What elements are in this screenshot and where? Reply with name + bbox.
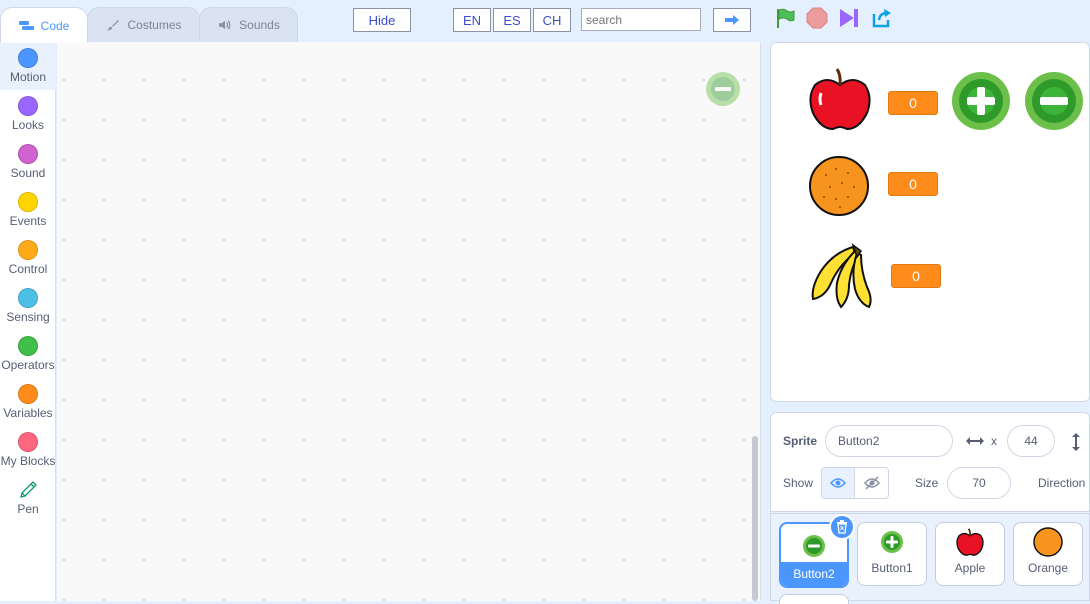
plus-button-icon[interactable] xyxy=(951,71,1011,131)
events-dot-icon xyxy=(18,192,38,212)
stage[interactable]: 0 0 0 xyxy=(770,42,1090,402)
category-label: Sound xyxy=(10,166,46,180)
category-my-blocks[interactable]: My Blocks xyxy=(0,426,56,474)
category-label: Pen xyxy=(17,502,39,516)
apple-score: 0 xyxy=(888,91,938,115)
looks-dot-icon xyxy=(18,96,38,116)
category-looks[interactable]: Looks xyxy=(0,90,56,138)
category-pen[interactable]: Pen xyxy=(0,474,56,522)
minus-button-thumb-icon xyxy=(803,535,825,557)
tab-sounds-label: Sounds xyxy=(239,18,280,32)
hide-button[interactable]: Hide xyxy=(353,8,411,32)
category-variables[interactable]: Variables xyxy=(0,378,56,426)
apple-thumb-icon xyxy=(956,528,984,556)
share-icon[interactable] xyxy=(871,7,893,29)
green-flag-icon[interactable] xyxy=(774,7,796,29)
category-control[interactable]: Control xyxy=(0,234,56,282)
sprite-info-panel: Sprite Button2 x 44 Show Size 70 Directi… xyxy=(770,412,1090,512)
variables-dot-icon xyxy=(18,384,38,404)
category-label: Looks xyxy=(11,118,45,132)
category-operators[interactable]: Operators xyxy=(0,330,56,378)
sound-dot-icon xyxy=(18,144,38,164)
control-dot-icon xyxy=(18,240,38,260)
category-events[interactable]: Events xyxy=(0,186,56,234)
sprite-tile-apple[interactable]: Apple xyxy=(935,522,1005,586)
category-label: Motion xyxy=(9,70,47,84)
sensing-dot-icon xyxy=(18,288,38,308)
sprite-thumbnail xyxy=(954,523,986,561)
tab-code-label: Code xyxy=(40,18,70,33)
minus-button-icon[interactable] xyxy=(1024,71,1084,131)
minus-sprite-preview-icon xyxy=(706,72,740,106)
sprite-thumbnail xyxy=(1033,523,1063,561)
workspace-scrollbar[interactable] xyxy=(752,436,758,601)
sprite-thumbnail xyxy=(880,523,904,561)
category-label: Operators xyxy=(1,358,55,372)
sprite-tile-partial[interactable] xyxy=(779,594,849,604)
sprite-tile-label: Button2 xyxy=(781,562,847,586)
category-label: Events xyxy=(9,214,47,228)
direction-label: Direction xyxy=(1038,476,1086,490)
size-field[interactable]: 70 xyxy=(947,467,1011,499)
code-icon xyxy=(18,20,34,30)
search-input[interactable] xyxy=(581,8,701,31)
brush-icon xyxy=(106,19,120,31)
banana-icon xyxy=(811,243,872,309)
banana-score: 0 xyxy=(891,264,941,288)
sprite-tile-label: Button1 xyxy=(871,561,913,575)
motion-dot-icon xyxy=(18,48,38,68)
category-sound[interactable]: Sound xyxy=(0,138,56,186)
go-button[interactable] xyxy=(713,8,751,32)
step-icon[interactable] xyxy=(838,7,860,29)
apple-icon xyxy=(809,68,871,131)
tab-costumes[interactable]: Costumes xyxy=(87,7,200,42)
arrow-right-icon xyxy=(725,15,739,25)
plus-button-thumb-icon xyxy=(881,531,903,553)
horizontal-arrows-icon xyxy=(966,437,984,445)
operators-dot-icon xyxy=(18,336,38,356)
category-motion[interactable]: Motion xyxy=(0,42,56,90)
orange-score: 0 xyxy=(888,172,938,196)
category-label: Control xyxy=(8,262,48,276)
lang-ch-button[interactable]: CH xyxy=(533,8,571,32)
lang-en-button[interactable]: EN xyxy=(453,8,491,32)
tab-code[interactable]: Code xyxy=(0,7,88,43)
code-workspace[interactable] xyxy=(57,42,761,601)
sprite-tile-button1[interactable]: Button1 xyxy=(857,522,927,586)
sprite-list: Button2 Button1 Apple Orange xyxy=(770,513,1090,604)
tab-costumes-label: Costumes xyxy=(127,18,182,32)
orange-thumb-icon xyxy=(1033,527,1063,557)
category-sensing[interactable]: Sensing xyxy=(0,282,56,330)
speaker-icon xyxy=(219,20,231,30)
sprite-label: Sprite xyxy=(783,434,818,448)
category-label: My Blocks xyxy=(0,454,56,468)
x-field[interactable]: 44 xyxy=(1007,425,1055,457)
my-blocks-dot-icon xyxy=(18,432,38,452)
vertical-arrows-icon xyxy=(1072,433,1080,451)
eye-icon xyxy=(830,478,846,488)
orange-icon xyxy=(809,156,869,216)
category-label: Variables xyxy=(3,406,53,420)
trash-icon xyxy=(837,520,847,534)
top-bar: Code Costumes Sounds Hide EN ES CH xyxy=(0,0,1090,43)
lang-es-button[interactable]: ES xyxy=(493,8,531,32)
show-hidden-button[interactable] xyxy=(855,467,889,499)
x-label: x xyxy=(991,434,997,448)
block-categories: Motion Looks Sound Events Control Sensin… xyxy=(0,42,56,601)
show-visible-button[interactable] xyxy=(821,467,855,499)
delete-sprite-button[interactable] xyxy=(829,514,855,540)
sprite-tile-label: Orange xyxy=(1027,561,1069,575)
sprite-tile-orange[interactable]: Orange xyxy=(1013,522,1083,586)
size-label: Size xyxy=(915,476,939,490)
eye-slash-icon xyxy=(863,476,880,490)
pen-icon xyxy=(20,481,37,498)
sprite-tile-label: Apple xyxy=(954,561,986,575)
stop-icon[interactable] xyxy=(806,7,828,29)
category-label: Sensing xyxy=(6,310,50,324)
show-label: Show xyxy=(783,476,814,490)
tab-sounds[interactable]: Sounds xyxy=(199,7,298,42)
sprite-name-field[interactable]: Button2 xyxy=(825,425,953,457)
